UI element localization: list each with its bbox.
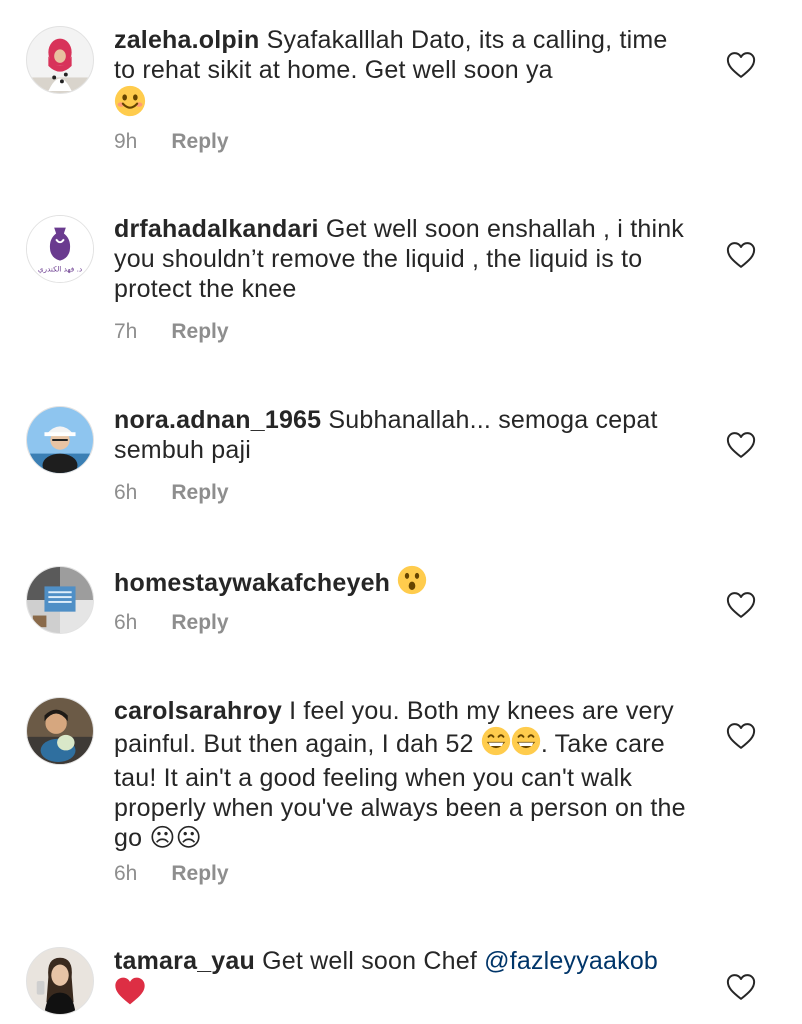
avatar[interactable] [26,406,94,474]
comment-meta: 6h Reply [114,481,229,505]
grinning-face-icon [511,726,541,763]
heart-outline-icon[interactable] [726,973,756,1001]
heart-outline-icon[interactable] [726,241,756,269]
comment-text: carolsarahroy I feel you. Both my knees … [114,696,694,853]
comment-text: nora.adnan_1965 Subhanallah... semoga ce… [114,405,694,465]
comment-username[interactable]: tamara_yau [114,947,255,975]
heart-outline-icon[interactable] [726,431,756,459]
mention-link[interactable]: @fazleyyaakob [484,947,658,975]
avatar[interactable] [26,566,94,634]
comment-username[interactable]: nora.adnan_1965 [114,406,321,434]
heart-outline-icon[interactable] [726,722,756,750]
comment-time: 6h [114,611,138,634]
comment-text: zaleha.olpin Syafakalllah Dato, its a ca… [114,25,694,124]
heart-outline-icon[interactable] [726,591,756,619]
comment-time: 9h [114,130,138,153]
red-heart-icon [114,976,146,1013]
avatar[interactable] [26,697,94,765]
reply-button[interactable]: Reply [171,320,228,344]
reply-button[interactable]: Reply [171,862,228,886]
comment-meta: 6h Reply [114,611,229,635]
grinning-face-icon [481,726,511,763]
comment-meta: 9h Reply [114,130,229,154]
avatar[interactable]: د. فهد الكندري [26,215,94,283]
avatar-logo-text: د. فهد الكندري [38,264,82,273]
comment-time: 7h [114,320,138,343]
avatar[interactable] [26,26,94,94]
reply-button[interactable]: Reply [171,481,228,505]
comment-text: tamara_yau Get well soon Chef @fazleyyaa… [114,946,694,1013]
comment-text: homestaywakafcheyeh [114,565,694,602]
comment-time: 6h [114,862,138,885]
comment-text: drfahadalkandari Get well soon enshallah… [114,214,694,304]
comment-body: Get well soon Chef [262,947,477,975]
smiling-face-icon [114,85,146,124]
reply-button[interactable]: Reply [171,611,228,635]
comment-username[interactable]: homestaywakafcheyeh [114,569,390,597]
comment-meta: 6h Reply [114,862,229,886]
comment-username[interactable]: drfahadalkandari [114,215,319,243]
reply-button[interactable]: Reply [171,130,228,154]
comment-username[interactable]: zaleha.olpin [114,26,259,54]
comment-username[interactable]: carolsarahroy [114,697,282,725]
surprised-face-icon [397,565,427,602]
comment-time: 6h [114,481,138,504]
heart-outline-icon[interactable] [726,51,756,79]
comment-meta: 7h Reply [114,320,229,344]
avatar[interactable] [26,947,94,1015]
